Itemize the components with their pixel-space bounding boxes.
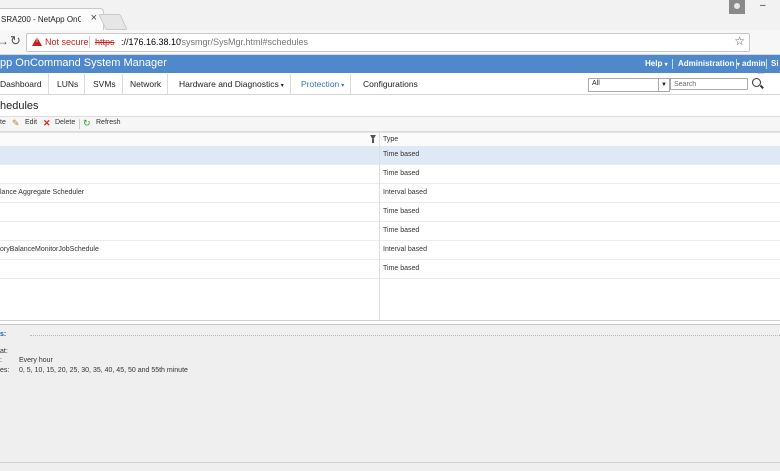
warning-icon <box>32 37 42 46</box>
divider <box>766 59 767 69</box>
browser-tab-strip: SRA200 - NetApp OnCom × – <box>0 0 780 31</box>
url-host: ://176.16.38.10 <box>121 37 182 47</box>
detail-value: 0, 5, 10, 15, 20, 25, 30, 35, 40, 45, 50… <box>19 367 188 374</box>
help-label: Help <box>645 59 663 68</box>
table-header: Type <box>0 132 780 147</box>
detail-label: at: <box>0 348 8 355</box>
page-title: hedules <box>0 100 39 112</box>
caret-down-icon: ▾ <box>736 62 740 68</box>
not-secure-label[interactable]: Not secure <box>45 37 89 47</box>
delete-icon[interactable]: ✕ <box>43 118 51 129</box>
close-tab-icon[interactable]: × <box>91 12 97 24</box>
edit-icon[interactable]: ✎ <box>12 118 20 129</box>
table-row[interactable]: Time based <box>0 165 780 184</box>
delete-button[interactable]: Delete <box>55 119 75 126</box>
address-bar-row: → ↻ Not secure https ://176.16.38.10 /sy… <box>0 30 780 76</box>
table-row[interactable]: Time based <box>0 222 780 241</box>
browser-tab[interactable]: SRA200 - NetApp OnCom × <box>0 8 104 31</box>
caret-down-icon: ▾ <box>664 62 668 68</box>
divider <box>89 36 90 48</box>
help-menu[interactable]: Help ▾ <box>645 59 668 68</box>
schedule-type: Interval based <box>383 189 427 196</box>
scope-select-value: All <box>592 80 600 87</box>
schedule-type: Time based <box>383 227 420 234</box>
table-row[interactable]: lance Aggregate Scheduler Interval based <box>0 184 780 203</box>
schedule-type: Time based <box>383 265 420 272</box>
details-title: s: <box>0 331 7 338</box>
user-menu[interactable]: admin <box>742 59 766 68</box>
detail-label: : <box>0 357 2 364</box>
bookmark-star-icon[interactable]: ☆ <box>734 34 745 48</box>
footer-divider <box>0 462 780 463</box>
detail-value: Every hour <box>19 357 53 364</box>
search-input[interactable] <box>670 78 748 90</box>
table-row[interactable]: Time based <box>0 260 780 279</box>
schedule-type: Time based <box>383 170 420 177</box>
table-bottom-border <box>0 320 780 323</box>
divider <box>79 119 80 129</box>
filter-icon[interactable] <box>370 135 376 143</box>
nav-label: Hardware and Diagnostics <box>179 79 279 89</box>
app-title: pp OnCommand System Manager <box>0 57 167 69</box>
main-nav: Dashboard LUNs SVMs Network Hardware and… <box>0 74 780 95</box>
schedule-name: lance Aggregate Scheduler <box>0 189 85 196</box>
url-scheme: https <box>95 37 115 47</box>
reload-icon[interactable]: ↻ <box>10 33 21 49</box>
divider <box>672 59 673 69</box>
administration-menu[interactable]: Administration ▾ <box>678 59 740 68</box>
table-row[interactable]: Time based <box>0 203 780 222</box>
nav-label: Protection <box>301 79 340 89</box>
detail-label: es: <box>0 367 10 374</box>
user-profile-icon[interactable] <box>729 0 745 14</box>
schedule-name: oryBalanceMonitorJobSchedule <box>0 246 99 253</box>
table-row[interactable]: oryBalanceMonitorJobSchedule Interval ba… <box>0 241 780 260</box>
nav-svms[interactable]: SVMs <box>87 74 123 94</box>
nav-protection[interactable]: Protection ▾ <box>295 74 352 94</box>
schedule-type: Interval based <box>383 246 427 253</box>
edit-button[interactable]: Edit <box>25 119 37 126</box>
browser-tab-title: SRA200 - NetApp OnCom <box>1 15 81 24</box>
nav-network[interactable]: Network <box>124 74 169 94</box>
column-divider[interactable] <box>379 132 380 320</box>
table-row[interactable]: Time based <box>0 146 780 165</box>
address-bar[interactable]: Not secure https ://176.16.38.10 /sysmgr… <box>26 33 750 52</box>
toolbar: te ✎ Edit ✕ Delete ↻ Refresh <box>0 116 780 132</box>
nav-luns[interactable]: LUNs <box>51 74 86 94</box>
url-path: /sysmgr/SysMgr.html#schedules <box>179 37 309 47</box>
scope-select[interactable]: All ▼ <box>588 78 670 92</box>
divider <box>736 59 737 69</box>
minimize-window-icon[interactable]: – <box>760 0 766 11</box>
divider <box>30 335 780 336</box>
nav-dashboard[interactable]: Dashboard <box>0 74 49 94</box>
search-icon[interactable] <box>752 78 761 87</box>
back-arrow-icon[interactable]: → <box>0 34 9 48</box>
administration-label: Administration <box>678 59 735 68</box>
schedule-type: Time based <box>383 208 420 215</box>
details-panel: s: at: : Every hour es: 0, 5, 10, 15, 20… <box>0 324 780 471</box>
chevron-down-icon: ▼ <box>658 79 669 91</box>
refresh-button[interactable]: Refresh <box>96 119 121 126</box>
create-button[interactable]: te <box>0 119 6 126</box>
app-header: pp OnCommand System Manager Help ▾ Admin… <box>0 55 780 73</box>
schedule-type: Time based <box>383 151 420 158</box>
sign-out-link[interactable]: Si <box>771 59 779 68</box>
nav-hardware-and-diagnostics[interactable]: Hardware and Diagnostics ▾ <box>173 74 291 94</box>
column-header-type[interactable]: Type <box>383 136 398 143</box>
nav-configurations[interactable]: Configurations <box>357 74 424 94</box>
caret-down-icon: ▾ <box>341 83 345 89</box>
caret-down-icon: ▾ <box>280 83 284 89</box>
refresh-icon[interactable]: ↻ <box>83 118 91 129</box>
